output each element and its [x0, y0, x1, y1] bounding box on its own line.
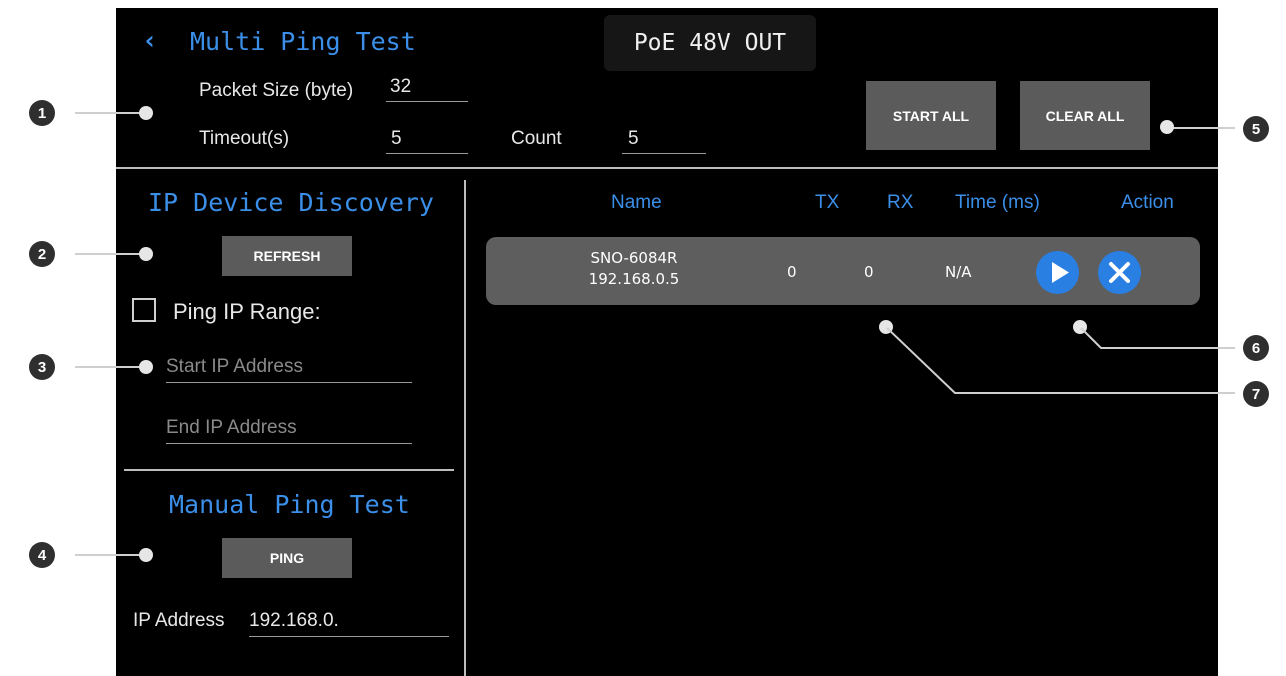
callout-7-line — [886, 327, 1235, 394]
callout-leader-lines — [886, 327, 1235, 394]
callout-6-line — [1080, 327, 1235, 349]
